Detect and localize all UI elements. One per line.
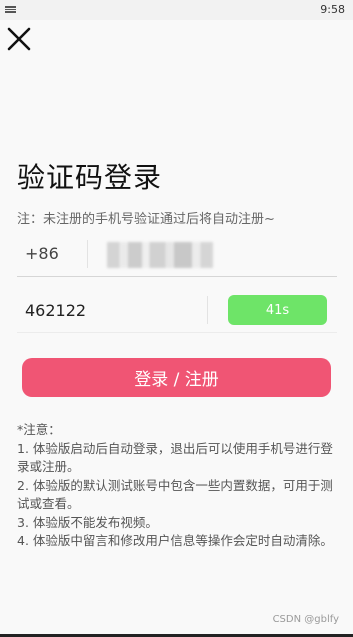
note-item: 3. 体验版不能发布视频。 (17, 514, 158, 530)
notes: *注意： 1. 体验版启动后自动登录，退出后可以使用手机号进行登录或注册。 2.… (17, 421, 342, 551)
note-item: 4. 体验版中留言和修改用户信息等操作会定时自动清除。 (17, 533, 333, 548)
notification-icon (5, 6, 16, 13)
divider (87, 240, 88, 268)
code-row: 41s (17, 288, 337, 333)
verification-code-input[interactable] (25, 296, 195, 324)
redacted-phone-number (107, 242, 213, 268)
status-bar: 9:58 (0, 0, 353, 20)
note-item: 2. 体验版的默认测试账号中包含一些内置数据，可用于测试或查看。 (17, 477, 333, 512)
register-hint: 注：未注册的手机号验证通过后将自动注册~ (17, 212, 275, 227)
divider (207, 296, 208, 324)
country-code[interactable]: +86 (25, 244, 59, 263)
close-icon[interactable] (6, 26, 32, 52)
phone-input[interactable] (103, 238, 213, 268)
resend-countdown-button[interactable]: 41s (228, 295, 327, 325)
status-time: 9:58 (320, 3, 345, 16)
page-title: 验证码登录 (17, 161, 163, 194)
login-register-button[interactable]: 登录 / 注册 (22, 358, 331, 397)
phone-row: +86 (17, 232, 337, 277)
close-button[interactable] (6, 26, 32, 52)
notes-heading: *注意： (17, 422, 61, 437)
watermark: CSDN @gblfy (272, 614, 339, 625)
note-item: 1. 体验版启动后自动登录，退出后可以使用手机号进行登录或注册。 (17, 440, 333, 475)
